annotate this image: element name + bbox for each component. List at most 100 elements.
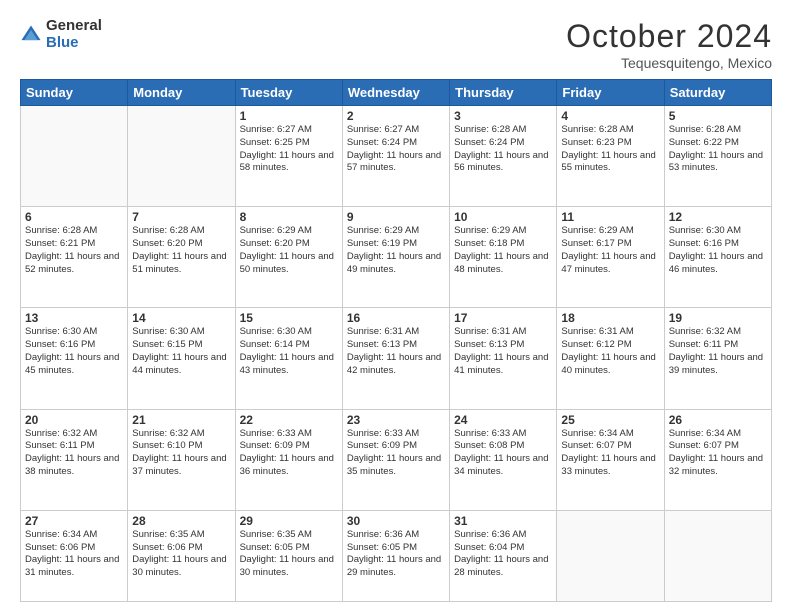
location: Tequesquitengo, Mexico (566, 55, 772, 71)
daylight-text: Daylight: 11 hours and 33 minutes. (561, 453, 659, 479)
daylight-text: Daylight: 11 hours and 37 minutes. (132, 453, 230, 479)
sunrise-text: Sunrise: 6:29 AM (561, 225, 659, 238)
sunrise-text: Sunrise: 6:31 AM (347, 326, 445, 339)
sunrise-text: Sunrise: 6:33 AM (347, 428, 445, 441)
daylight-text: Daylight: 11 hours and 39 minutes. (669, 352, 767, 378)
sunset-text: Sunset: 6:25 PM (240, 137, 338, 150)
table-row: 28Sunrise: 6:35 AMSunset: 6:06 PMDayligh… (128, 510, 235, 601)
day-number: 30 (347, 514, 445, 528)
day-number: 27 (25, 514, 123, 528)
daylight-text: Daylight: 11 hours and 35 minutes. (347, 453, 445, 479)
table-row: 26Sunrise: 6:34 AMSunset: 6:07 PMDayligh… (664, 409, 771, 510)
daylight-text: Daylight: 11 hours and 32 minutes. (669, 453, 767, 479)
day-number: 20 (25, 413, 123, 427)
day-number: 18 (561, 311, 659, 325)
daylight-text: Daylight: 11 hours and 55 minutes. (561, 150, 659, 176)
sunset-text: Sunset: 6:20 PM (132, 238, 230, 251)
sunrise-text: Sunrise: 6:28 AM (561, 124, 659, 137)
sunset-text: Sunset: 6:07 PM (669, 440, 767, 453)
daylight-text: Daylight: 11 hours and 42 minutes. (347, 352, 445, 378)
sunset-text: Sunset: 6:20 PM (240, 238, 338, 251)
daylight-text: Daylight: 11 hours and 29 minutes. (347, 554, 445, 580)
header: General Blue October 2024 Tequesquitengo… (20, 18, 772, 71)
page: General Blue October 2024 Tequesquitengo… (0, 0, 792, 612)
table-row: 22Sunrise: 6:33 AMSunset: 6:09 PMDayligh… (235, 409, 342, 510)
table-row (128, 106, 235, 207)
table-row: 15Sunrise: 6:30 AMSunset: 6:14 PMDayligh… (235, 308, 342, 409)
table-row: 11Sunrise: 6:29 AMSunset: 6:17 PMDayligh… (557, 207, 664, 308)
daylight-text: Daylight: 11 hours and 34 minutes. (454, 453, 552, 479)
day-number: 17 (454, 311, 552, 325)
sunrise-text: Sunrise: 6:29 AM (347, 225, 445, 238)
day-number: 2 (347, 109, 445, 123)
sunrise-text: Sunrise: 6:30 AM (25, 326, 123, 339)
sunrise-text: Sunrise: 6:27 AM (240, 124, 338, 137)
day-number: 15 (240, 311, 338, 325)
daylight-text: Daylight: 11 hours and 28 minutes. (454, 554, 552, 580)
sunrise-text: Sunrise: 6:32 AM (25, 428, 123, 441)
daylight-text: Daylight: 11 hours and 44 minutes. (132, 352, 230, 378)
daylight-text: Daylight: 11 hours and 40 minutes. (561, 352, 659, 378)
table-row: 18Sunrise: 6:31 AMSunset: 6:12 PMDayligh… (557, 308, 664, 409)
day-number: 6 (25, 210, 123, 224)
calendar-day-header: Sunday (21, 80, 128, 106)
calendar-day-header: Monday (128, 80, 235, 106)
sunset-text: Sunset: 6:13 PM (347, 339, 445, 352)
sunrise-text: Sunrise: 6:28 AM (454, 124, 552, 137)
table-row: 2Sunrise: 6:27 AMSunset: 6:24 PMDaylight… (342, 106, 449, 207)
day-number: 7 (132, 210, 230, 224)
sunset-text: Sunset: 6:24 PM (454, 137, 552, 150)
table-row: 6Sunrise: 6:28 AMSunset: 6:21 PMDaylight… (21, 207, 128, 308)
sunset-text: Sunset: 6:08 PM (454, 440, 552, 453)
logo-general: General (46, 17, 102, 34)
sunrise-text: Sunrise: 6:33 AM (454, 428, 552, 441)
calendar-day-header: Saturday (664, 80, 771, 106)
table-row: 30Sunrise: 6:36 AMSunset: 6:05 PMDayligh… (342, 510, 449, 601)
table-row: 5Sunrise: 6:28 AMSunset: 6:22 PMDaylight… (664, 106, 771, 207)
day-number: 24 (454, 413, 552, 427)
calendar-week-row: 1Sunrise: 6:27 AMSunset: 6:25 PMDaylight… (21, 106, 772, 207)
sunset-text: Sunset: 6:23 PM (561, 137, 659, 150)
sunset-text: Sunset: 6:05 PM (347, 542, 445, 555)
sunset-text: Sunset: 6:18 PM (454, 238, 552, 251)
daylight-text: Daylight: 11 hours and 52 minutes. (25, 251, 123, 277)
sunset-text: Sunset: 6:04 PM (454, 542, 552, 555)
sunrise-text: Sunrise: 6:30 AM (132, 326, 230, 339)
table-row (21, 106, 128, 207)
calendar-week-row: 27Sunrise: 6:34 AMSunset: 6:06 PMDayligh… (21, 510, 772, 601)
daylight-text: Daylight: 11 hours and 43 minutes. (240, 352, 338, 378)
table-row: 19Sunrise: 6:32 AMSunset: 6:11 PMDayligh… (664, 308, 771, 409)
day-number: 5 (669, 109, 767, 123)
sunset-text: Sunset: 6:24 PM (347, 137, 445, 150)
day-number: 8 (240, 210, 338, 224)
sunset-text: Sunset: 6:15 PM (132, 339, 230, 352)
sunrise-text: Sunrise: 6:33 AM (240, 428, 338, 441)
sunrise-text: Sunrise: 6:36 AM (454, 529, 552, 542)
sunrise-text: Sunrise: 6:36 AM (347, 529, 445, 542)
daylight-text: Daylight: 11 hours and 48 minutes. (454, 251, 552, 277)
sunrise-text: Sunrise: 6:31 AM (561, 326, 659, 339)
daylight-text: Daylight: 11 hours and 47 minutes. (561, 251, 659, 277)
day-number: 19 (669, 311, 767, 325)
logo-icon (20, 24, 42, 46)
sunset-text: Sunset: 6:06 PM (25, 542, 123, 555)
day-number: 29 (240, 514, 338, 528)
day-number: 10 (454, 210, 552, 224)
daylight-text: Daylight: 11 hours and 58 minutes. (240, 150, 338, 176)
daylight-text: Daylight: 11 hours and 31 minutes. (25, 554, 123, 580)
sunrise-text: Sunrise: 6:27 AM (347, 124, 445, 137)
daylight-text: Daylight: 11 hours and 51 minutes. (132, 251, 230, 277)
calendar-day-header: Wednesday (342, 80, 449, 106)
sunrise-text: Sunrise: 6:29 AM (454, 225, 552, 238)
sunrise-text: Sunrise: 6:28 AM (132, 225, 230, 238)
table-row: 4Sunrise: 6:28 AMSunset: 6:23 PMDaylight… (557, 106, 664, 207)
table-row: 16Sunrise: 6:31 AMSunset: 6:13 PMDayligh… (342, 308, 449, 409)
sunset-text: Sunset: 6:10 PM (132, 440, 230, 453)
table-row (664, 510, 771, 601)
calendar-table: SundayMondayTuesdayWednesdayThursdayFrid… (20, 79, 772, 602)
day-number: 25 (561, 413, 659, 427)
day-number: 12 (669, 210, 767, 224)
table-row (557, 510, 664, 601)
sunset-text: Sunset: 6:05 PM (240, 542, 338, 555)
table-row: 31Sunrise: 6:36 AMSunset: 6:04 PMDayligh… (450, 510, 557, 601)
